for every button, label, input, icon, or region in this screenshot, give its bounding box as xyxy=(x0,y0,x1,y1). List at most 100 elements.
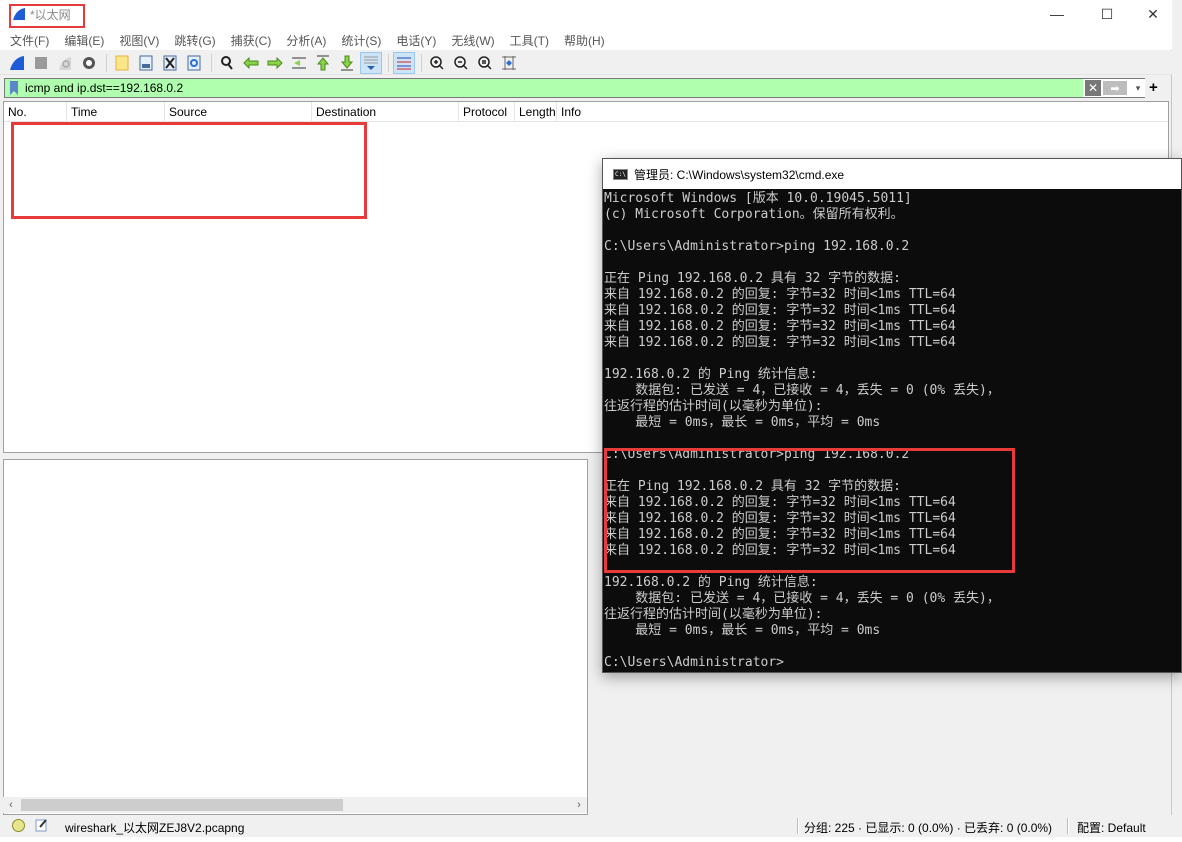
zoom-in-button[interactable] xyxy=(426,52,448,74)
menu-wireless[interactable]: 无线(W) xyxy=(451,32,494,49)
display-filter-bar: ✕ ➡ ▾ xyxy=(4,78,1145,98)
filter-bookmark-button[interactable] xyxy=(5,79,23,97)
menu-telephony[interactable]: 电话(Y) xyxy=(396,32,436,49)
background-window-strip xyxy=(0,837,1182,842)
console-line: 往返行程的估计时间(以毫秒为单位): xyxy=(604,607,823,622)
menu-analyze[interactable]: 分析(A) xyxy=(286,32,326,49)
toolbar-separator xyxy=(106,53,107,72)
colorize-button[interactable] xyxy=(393,51,415,74)
zoom-normal-button[interactable] xyxy=(474,52,496,74)
resize-columns-icon xyxy=(502,55,516,70)
capture-file-name: wireshark_以太网ZEJ8V2.pcapng xyxy=(65,821,245,835)
menu-tools[interactable]: 工具(T) xyxy=(510,32,549,49)
cmd-title-bar: C:\ 管理员: C:\Windows\system32\cmd.exe xyxy=(603,159,1181,189)
console-line: 192.168.0.2 的 Ping 统计信息: xyxy=(604,575,818,590)
add-filter-button[interactable]: + xyxy=(1149,79,1158,96)
column-header-time[interactable]: Time xyxy=(67,102,165,121)
scrollbar-thumb[interactable] xyxy=(21,799,343,811)
console-line: 192.168.0.2 的 Ping 统计信息: xyxy=(604,367,818,382)
column-header-destination[interactable]: Destination xyxy=(312,102,459,121)
minimize-button[interactable]: — xyxy=(1034,0,1080,28)
column-header-length[interactable]: Length xyxy=(515,102,557,121)
scroll-left-icon[interactable]: ‹ xyxy=(3,797,19,813)
reload-file-button[interactable] xyxy=(183,52,205,74)
packet-stats: 分组: 225 · 已显示: 0 (0.0%) · 已丢弃: 0 (0.0%) xyxy=(804,821,1053,835)
ping-output-highlight-annotation xyxy=(604,448,1015,573)
colorize-icon xyxy=(397,57,411,69)
find-packet-button[interactable] xyxy=(216,52,238,74)
maximize-button[interactable]: ☐ xyxy=(1084,0,1130,28)
autoscroll-button[interactable] xyxy=(360,51,382,74)
open-file-button[interactable] xyxy=(111,52,133,74)
column-header-info[interactable]: Info xyxy=(557,102,1168,121)
horizontal-scrollbar[interactable]: ‹ › xyxy=(3,797,587,813)
console-line: 最短 = 0ms，最长 = 0ms，平均 = 0ms xyxy=(604,623,881,638)
console-line: 正在 Ping 192.168.0.2 具有 32 字节的数据: xyxy=(604,271,902,286)
clear-filter-button[interactable]: ✕ xyxy=(1085,80,1101,96)
start-capture-icon xyxy=(10,55,24,70)
packet-details-pane[interactable] xyxy=(3,459,588,815)
menu-help[interactable]: 帮助(H) xyxy=(564,32,605,49)
column-header-no[interactable]: No. xyxy=(4,102,67,121)
find-packet-icon xyxy=(221,55,233,70)
cmd-app-icon: C:\ xyxy=(613,168,628,180)
start-capture-button[interactable] xyxy=(6,52,28,74)
resize-columns-button[interactable] xyxy=(498,52,520,74)
apply-filter-button[interactable]: ➡ xyxy=(1103,81,1127,95)
menu-capture[interactable]: 捕获(C) xyxy=(231,32,272,49)
main-toolbar xyxy=(0,51,1172,75)
empty-results-highlight-annotation xyxy=(11,122,367,219)
column-header-source[interactable]: Source xyxy=(165,102,312,121)
edit-note-icon xyxy=(35,819,47,832)
console-line: 往返行程的估计时间(以毫秒为单位): xyxy=(604,399,823,414)
cmd-window-title: 管理员: C:\Windows\system32\cmd.exe xyxy=(634,167,845,182)
go-forward-button[interactable] xyxy=(264,52,286,74)
console-line: C:\Users\Administrator> xyxy=(604,655,785,670)
autoscroll-icon xyxy=(364,56,378,70)
status-separator xyxy=(797,818,799,834)
column-header-protocol[interactable]: Protocol xyxy=(459,102,515,121)
console-line: 来自 192.168.0.2 的回复: 字节=32 时间<1ms TTL=64 xyxy=(604,303,956,318)
filter-history-dropdown[interactable]: ▾ xyxy=(1131,83,1145,94)
go-back-icon xyxy=(243,56,259,69)
status-separator xyxy=(1067,818,1069,834)
save-file-button[interactable] xyxy=(135,52,157,74)
close-file-button[interactable] xyxy=(159,52,181,74)
capture-options-icon xyxy=(83,56,95,69)
console-line: 来自 192.168.0.2 的回复: 字节=32 时间<1ms TTL=64 xyxy=(604,335,956,350)
go-back-button[interactable] xyxy=(240,52,262,74)
restart-capture-icon xyxy=(59,56,71,70)
cmd-console-output[interactable]: Microsoft Windows [版本 10.0.19045.5011] (c… xyxy=(604,191,1180,671)
menu-view[interactable]: 视图(V) xyxy=(119,32,159,49)
toolbar-separator xyxy=(211,53,212,72)
menu-statistics[interactable]: 统计(S) xyxy=(341,32,381,49)
stop-capture-button[interactable] xyxy=(30,52,52,74)
go-last-button[interactable] xyxy=(336,52,358,74)
scroll-right-icon[interactable]: › xyxy=(571,797,587,813)
capture-options-button[interactable] xyxy=(78,52,100,74)
restart-capture-button[interactable] xyxy=(54,52,76,74)
go-first-button[interactable] xyxy=(312,52,334,74)
filter-actions: ✕ ➡ ▾ xyxy=(1083,79,1145,97)
go-to-packet-button[interactable] xyxy=(288,52,310,74)
profile-indicator[interactable]: 配置: Default xyxy=(1077,819,1146,836)
go-to-packet-icon xyxy=(292,57,306,68)
close-button[interactable]: ✕ xyxy=(1130,0,1176,28)
open-file-icon xyxy=(115,55,129,70)
console-line: Microsoft Windows [版本 10.0.19045.5011] xyxy=(604,191,912,206)
display-filter-input[interactable] xyxy=(23,79,1144,97)
close-file-icon xyxy=(163,55,177,70)
expert-info-icon[interactable] xyxy=(12,819,25,832)
menu-edit[interactable]: 编辑(E) xyxy=(64,32,104,49)
console-line: 数据包: 已发送 = 4，已接收 = 4，丢失 = 0 (0% 丢失)， xyxy=(604,383,1000,398)
toolbar-separator xyxy=(388,53,389,72)
console-line: 数据包: 已发送 = 4，已接收 = 4，丢失 = 0 (0% 丢失)， xyxy=(604,591,1000,606)
zoom-out-button[interactable] xyxy=(450,52,472,74)
capture-comment-icon[interactable] xyxy=(35,818,48,835)
menu-file[interactable]: 文件(F) xyxy=(10,32,49,49)
menu-go[interactable]: 跳转(G) xyxy=(174,32,215,49)
